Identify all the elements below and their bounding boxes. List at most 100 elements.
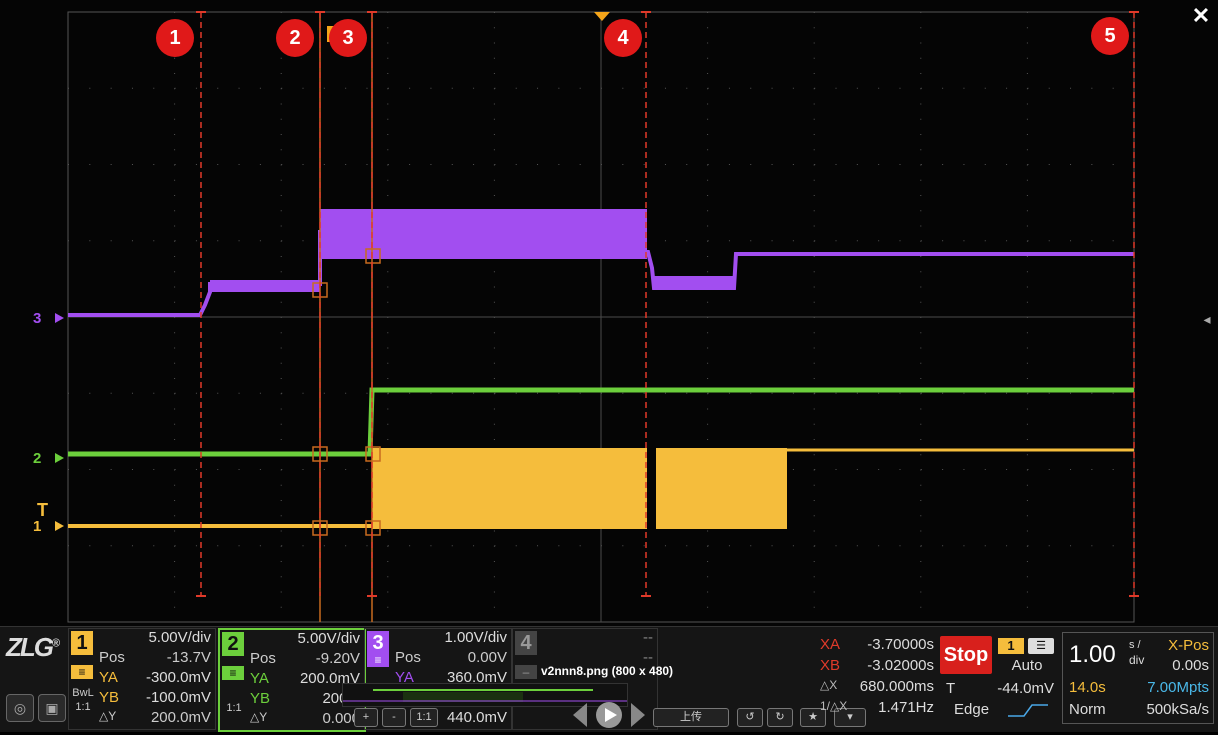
grid-dot [1026,271,1028,273]
ch2-panel[interactable]: 2 ≡ 1:1 5.00V/div Pos -9.20V YA 200.0mV YB… [218,628,366,732]
grid-dot [920,164,922,165]
zoom-in-button[interactable]: + [354,708,378,727]
rotate-left-button[interactable]: ↺ [737,708,763,727]
ch2-ya-label: YA [250,670,269,687]
grid-dot [89,164,91,165]
grid-dot [707,271,709,273]
ch4-number[interactable]: 4 [515,631,537,655]
grid-dot [1006,240,1008,242]
prev-next-arrows-icon[interactable] [571,700,647,730]
grid-dot [493,103,495,105]
grid-dot [686,392,688,394]
grid-dot [1026,378,1028,379]
trigger-mode[interactable]: Auto [998,657,1056,674]
grid-dot [813,515,815,517]
cursor-measurement-panel[interactable]: XA -3.70000s XB -3.02000s △X 680.000ms 1/△X… [818,632,936,722]
ch2-number[interactable]: 2 [222,632,244,656]
grid-dot [493,271,495,273]
grid-dot [942,87,944,89]
grid-dot [920,392,922,394]
grid-dot [280,12,282,13]
grid-dot [984,240,986,242]
timebase-panel[interactable]: 1.00 s / div X-Pos 0.00s 14.0s 7.00Mpts … [1062,632,1214,724]
ch3-coupling-icon[interactable]: ≡ [367,653,389,667]
grid-dot [280,439,282,440]
ch3-scale[interactable]: 1.00V/div [444,629,507,646]
grid-dot [707,134,709,135]
ch2-coupling-icon[interactable]: ≡ [222,666,244,680]
grid-dot [1112,87,1114,89]
grid-dot [707,439,709,440]
run-stop-button[interactable]: Stop [940,636,992,674]
grid-dot [174,484,176,486]
grid-dot [856,87,858,89]
zoom-out-button[interactable]: - [382,708,406,727]
grid-dot [493,12,495,13]
screenshot-icon[interactable]: ▣ [38,694,66,722]
grid-dot [280,103,282,105]
timebase-scale[interactable]: 1.00 [1069,641,1116,669]
grid-dot [409,545,411,547]
trigger-source[interactable]: 1 [998,638,1024,654]
viewer-nav-arrows[interactable] [571,700,647,730]
grid-dot [707,606,709,608]
close-icon[interactable]: ✕ [1184,0,1218,34]
grid-dot [878,164,880,165]
grid-dot [750,392,752,394]
grid-dot [366,392,368,394]
waveform-plot [0,0,1218,626]
ch3-number[interactable]: 3 [367,631,389,655]
grid-dot [89,469,91,470]
ch1-coupling-icon[interactable]: ≡ [71,665,93,679]
grid-dot [1026,515,1028,517]
trigger-menu-icon[interactable]: ☰ [1028,638,1054,654]
trigger-level-marker[interactable]: T [37,500,48,521]
grid-dot [984,392,986,394]
grid-dot [707,408,709,410]
grid-dot [622,87,624,89]
annotation-badge-4: 4 [604,19,642,57]
ch2-pos: -9.20V [315,650,360,667]
rotate-right-button[interactable]: ↻ [767,708,793,727]
actual-size-button[interactable]: 1:1 [410,708,438,727]
grid-dot [153,469,155,470]
grid-dot [579,545,581,547]
grid-dot [387,195,389,196]
grid-dot [813,484,815,486]
grid-dot [1026,179,1028,181]
grid-dot [813,530,815,532]
grid-dot [494,545,496,547]
grid-dot [792,164,794,165]
grid-dot [174,378,176,379]
grid-dot [1026,134,1028,135]
ch3-marker-label: 3 [33,310,42,327]
grid-dot [707,591,709,593]
grid-dot [963,545,965,547]
ch2-scale[interactable]: 5.00V/div [297,630,360,647]
ch1-number[interactable]: 1 [71,631,93,655]
grid-dot [259,392,261,394]
grid-dot [835,240,837,242]
grid-dot [174,195,176,196]
grid-dot [174,103,176,105]
grid-dot [515,164,517,165]
grid-dot [174,439,176,440]
sample-rate: 500kSa/s [1146,701,1209,718]
grid-dot [643,392,645,394]
upload-button[interactable]: 上传 [653,708,729,727]
ch4-coupling-icon[interactable]: – [515,665,537,679]
grid-dot [920,149,922,151]
grid-dot [174,118,176,120]
inv-dx-label: 1/△X [820,699,848,713]
ch1-ya: -300.0mV [145,669,211,686]
acquire-mode[interactable]: Norm [1069,701,1106,718]
grid-dot [1112,545,1114,547]
touch-lock-icon[interactable]: ◎ [6,694,34,722]
trigger-panel[interactable]: T -44.0mV Edge [940,676,1058,722]
grid-dot [302,545,304,547]
grid-dot [1026,484,1028,486]
panel-collapse-icon[interactable]: ◂ [1199,306,1215,332]
ch1-panel[interactable]: 1 ≡ BwL 1:1 5.00V/div Pos -13.7V YA -300.0… [68,628,216,730]
ch1-scale[interactable]: 5.00V/div [148,629,211,646]
grid-dot [750,164,752,165]
